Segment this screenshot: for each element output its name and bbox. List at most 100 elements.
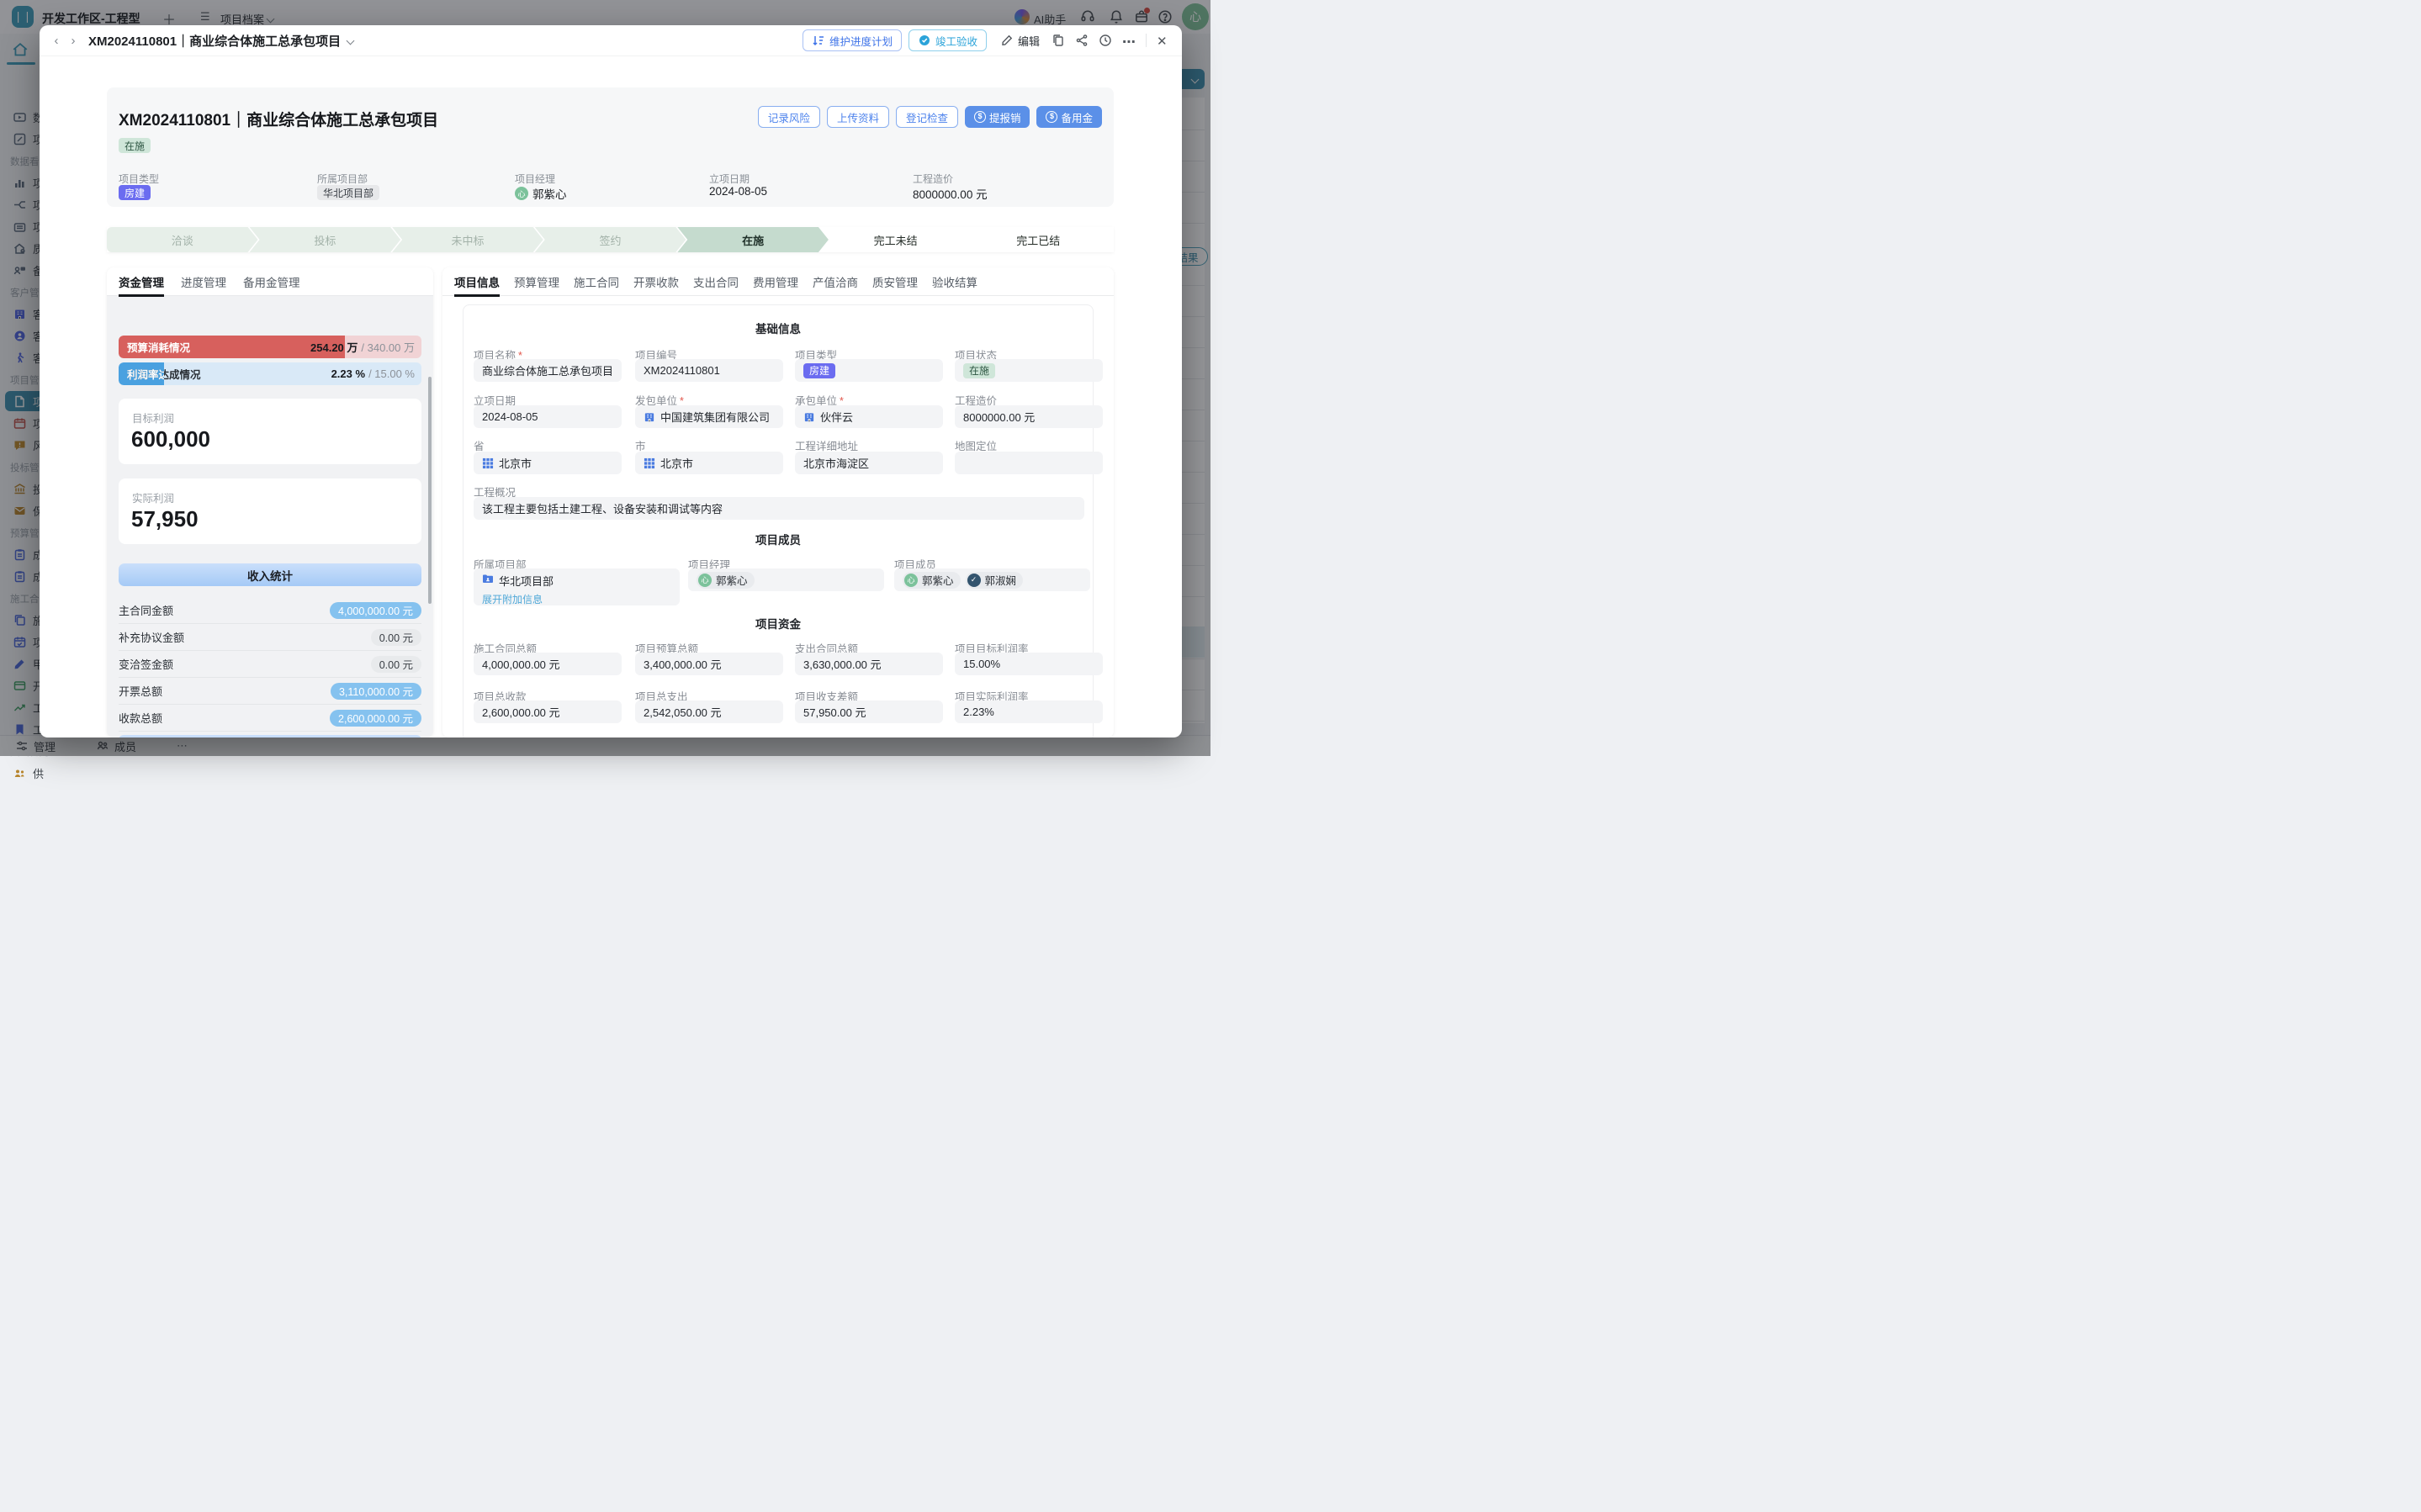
coin-icon: $ bbox=[1046, 111, 1057, 123]
right-tab-费用管理[interactable]: 费用管理 bbox=[753, 267, 798, 296]
stepper-step-完工已结[interactable]: 完工已结 bbox=[962, 227, 1114, 252]
members-field[interactable]: 心郭紫心✓郭淑娴 bbox=[894, 568, 1090, 591]
edit-button[interactable]: 编辑 bbox=[1000, 33, 1040, 49]
summary-meta-label: 项目类型 bbox=[119, 172, 159, 186]
income-row: 补充协议金额 0.00 元 bbox=[119, 624, 421, 651]
field-工程详细地址[interactable]: 北京市海淀区 bbox=[795, 452, 943, 474]
income-row-value: 3,110,000.00 元 bbox=[331, 683, 421, 700]
income-row: 开票总额 3,110,000.00 元 bbox=[119, 678, 421, 705]
field-发包单位[interactable]: 中国建筑集团有限公司 bbox=[635, 405, 783, 428]
field-承包单位[interactable]: 伙伴云 bbox=[795, 405, 943, 428]
income-row-value: 2,600,000.00 元 bbox=[330, 710, 421, 727]
region-grid-icon bbox=[482, 457, 494, 469]
overview-field[interactable]: 该工程主要包括土建工程、设备安装和调试等内容 bbox=[474, 497, 1084, 520]
field-支出合同总额[interactable]: 3,630,000.00 元 bbox=[795, 653, 943, 675]
income-row-label: 变洽签金额 bbox=[119, 656, 173, 672]
card-action-记录风险[interactable]: 记录风险 bbox=[758, 106, 820, 128]
card-action-备用金[interactable]: $备用金 bbox=[1036, 106, 1102, 128]
left-tab-进度管理[interactable]: 进度管理 bbox=[181, 267, 226, 296]
stepper-step-未中标[interactable]: 未中标 bbox=[392, 227, 543, 252]
left-tab-资金管理[interactable]: 资金管理 bbox=[119, 267, 164, 296]
stepper-step-在施[interactable]: 在施 bbox=[677, 227, 829, 252]
field-label-cut: 项目合同余额 bbox=[474, 734, 537, 737]
member-pill: 心郭紫心 bbox=[697, 572, 755, 589]
history-clock-icon[interactable] bbox=[1099, 34, 1112, 47]
sidebar-item[interactable]: 供 bbox=[0, 762, 195, 784]
stepper-step-完工未结[interactable]: 完工未结 bbox=[820, 227, 972, 252]
field-施工合同总额[interactable]: 4,000,000.00 元 bbox=[474, 653, 622, 675]
profit-bar-value: 2.23 % bbox=[331, 367, 365, 380]
avatar: ✓ bbox=[967, 574, 981, 587]
right-tab-项目信息[interactable]: 项目信息 bbox=[454, 267, 500, 296]
close-icon[interactable]: ✕ bbox=[1157, 34, 1170, 47]
right-tab-质安管理[interactable]: 质安管理 bbox=[872, 267, 918, 296]
maintain-schedule-button[interactable]: 维护进度计划 bbox=[803, 29, 902, 51]
field-市[interactable]: 北京市 bbox=[635, 452, 783, 474]
income-row-label: 开票总额 bbox=[119, 683, 162, 699]
modal-title: XM2024110801｜商业综合体施工总承包项目 bbox=[88, 32, 341, 50]
field-项目收支差额[interactable]: 57,950.00 元 bbox=[795, 700, 943, 723]
right-tab-开票收款[interactable]: 开票收款 bbox=[633, 267, 679, 296]
region-grid-icon bbox=[644, 457, 655, 469]
income-stats-header[interactable]: 收入统计 bbox=[119, 563, 421, 586]
share-icon[interactable] bbox=[1075, 34, 1089, 47]
target-profit-value: 600,000 bbox=[131, 426, 210, 452]
summary-meta-value: 房建 bbox=[119, 185, 151, 200]
right-tab-产值洽商[interactable]: 产值洽商 bbox=[813, 267, 858, 296]
field-项目总收款[interactable]: 2,600,000.00 元 bbox=[474, 700, 622, 723]
field-项目总支出[interactable]: 2,542,050.00 元 bbox=[635, 700, 783, 723]
profit-bar-total: / 15.00 % bbox=[368, 367, 415, 380]
field-label-cut: 预算使用比例 bbox=[795, 734, 858, 737]
field-项目状态[interactable]: 在施 bbox=[955, 359, 1103, 382]
card-action-登记检查[interactable]: 登记检查 bbox=[896, 106, 958, 128]
card-action-提报销[interactable]: $提报销 bbox=[965, 106, 1030, 128]
building-icon bbox=[644, 411, 655, 423]
expand-extra-info-link[interactable]: 展开附加信息 bbox=[482, 592, 543, 606]
field-项目预算总额[interactable]: 3,400,000.00 元 bbox=[635, 653, 783, 675]
income-row: 主合同金额 4,000,000.00 元 bbox=[119, 597, 421, 624]
field-项目名称[interactable]: 商业综合体施工总承包项目 bbox=[474, 359, 622, 382]
field-地图定位[interactable] bbox=[955, 452, 1103, 474]
budget-bar-label: 预算消耗情况 bbox=[127, 336, 190, 358]
field-工程造价[interactable]: 8000000.00 元 bbox=[955, 405, 1103, 428]
next-record-button[interactable]: › bbox=[65, 34, 82, 48]
right-tab-施工合同[interactable]: 施工合同 bbox=[574, 267, 619, 296]
status-badge: 在施 bbox=[119, 138, 151, 154]
card-action-上传资料[interactable]: 上传资料 bbox=[827, 106, 889, 128]
field-立项日期[interactable]: 2024-08-05 bbox=[474, 405, 622, 428]
next-section-header-cut bbox=[119, 735, 421, 737]
field-项目编号[interactable]: XM2024110801 bbox=[635, 359, 783, 382]
pencil-icon bbox=[1000, 34, 1014, 47]
member-pill: ✓郭淑娴 bbox=[966, 572, 1024, 589]
field-项目类型[interactable]: 房建 bbox=[795, 359, 943, 382]
field-省[interactable]: 北京市 bbox=[474, 452, 622, 474]
left-panel-scrollbar[interactable] bbox=[428, 377, 432, 604]
summary-meta-label: 所属项目部 bbox=[317, 172, 368, 186]
copy-icon[interactable] bbox=[1052, 34, 1065, 47]
target-profit-card: 目标利润 600,000 bbox=[119, 399, 421, 464]
completion-acceptance-button[interactable]: 竣工验收 bbox=[909, 29, 987, 51]
left-tab-备用金管理[interactable]: 备用金管理 bbox=[243, 267, 300, 296]
status-stepper: 洽谈投标未中标签约在施完工未结完工已结 bbox=[107, 227, 1114, 252]
income-row-label: 主合同金额 bbox=[119, 602, 173, 618]
field-项目实际利润率[interactable]: 2.23% bbox=[955, 700, 1103, 723]
stepper-step-签约[interactable]: 签约 bbox=[535, 227, 686, 252]
right-tab-预算管理[interactable]: 预算管理 bbox=[514, 267, 559, 296]
stepper-step-洽谈[interactable]: 洽谈 bbox=[107, 227, 258, 252]
users-icon bbox=[13, 767, 26, 780]
summary-meta-label: 立项日期 bbox=[709, 172, 750, 186]
screen: ❘❘ 开发工作区-工程型 ＋ ☰ 项目档案 AI助手 心 数项数据看板项项项质备… bbox=[0, 0, 1210, 756]
field-项目目标利润率[interactable]: 15.00% bbox=[955, 653, 1103, 675]
stepper-step-投标[interactable]: 投标 bbox=[250, 227, 401, 252]
coin-icon: $ bbox=[974, 111, 986, 123]
title-chevron-down-icon[interactable] bbox=[347, 36, 355, 45]
project-summary-card: XM2024110801｜商业综合体施工总承包项目 在施 记录风险上传资料登记检… bbox=[107, 87, 1114, 207]
prev-record-button[interactable]: ‹ bbox=[48, 34, 65, 48]
right-tab-支出合同[interactable]: 支出合同 bbox=[693, 267, 739, 296]
income-row: 变洽签金额 0.00 元 bbox=[119, 651, 421, 678]
manager-field[interactable]: 心郭紫心 bbox=[688, 568, 884, 591]
actual-profit-value: 57,950 bbox=[131, 506, 199, 532]
more-actions-icon[interactable]: ⋯ bbox=[1122, 34, 1136, 47]
actual-profit-card: 实际利润 57,950 bbox=[119, 478, 421, 544]
right-tab-验收结算[interactable]: 验收结算 bbox=[932, 267, 977, 296]
